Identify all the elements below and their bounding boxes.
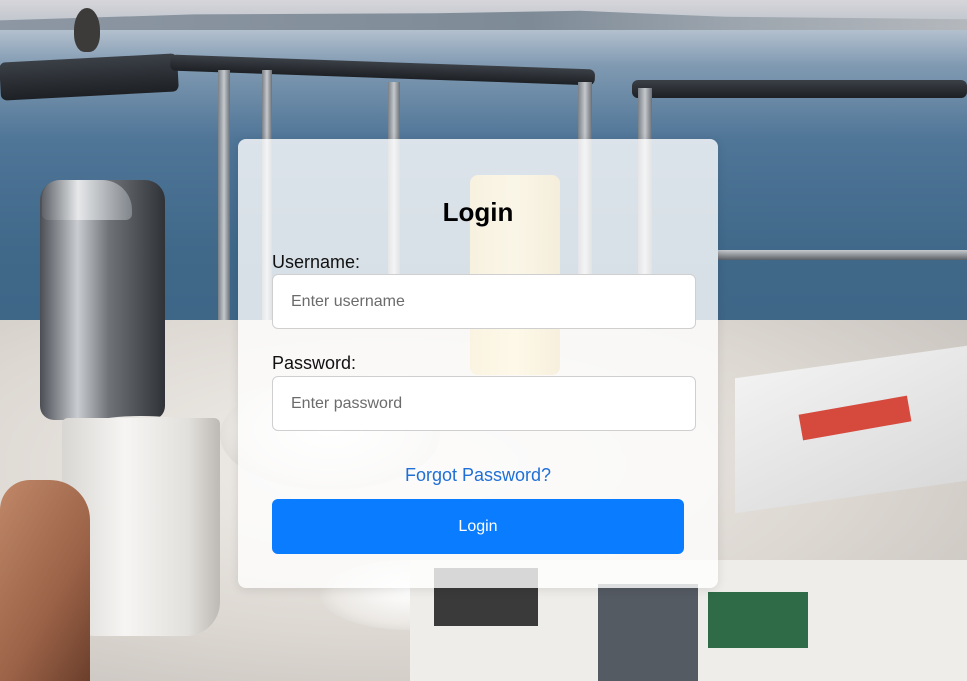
- username-label: Username:: [272, 252, 361, 272]
- forgot-password-link[interactable]: Forgot Password?: [238, 465, 718, 486]
- password-input[interactable]: [272, 376, 696, 431]
- username-input[interactable]: [272, 274, 696, 329]
- hand: [0, 480, 90, 681]
- bird: [74, 8, 100, 52]
- login-button[interactable]: Login: [272, 499, 684, 554]
- railing-bar: [718, 250, 967, 260]
- password-label: Password:: [272, 353, 357, 373]
- pitcher-lid: [42, 180, 132, 220]
- newspaper-photo: [598, 584, 698, 681]
- railing-bar: [632, 80, 967, 98]
- newspaper-weekend-block: [708, 592, 808, 648]
- login-title: Login: [442, 197, 514, 227]
- login-card: Login Username: Password: Forgot Passwor…: [238, 139, 718, 588]
